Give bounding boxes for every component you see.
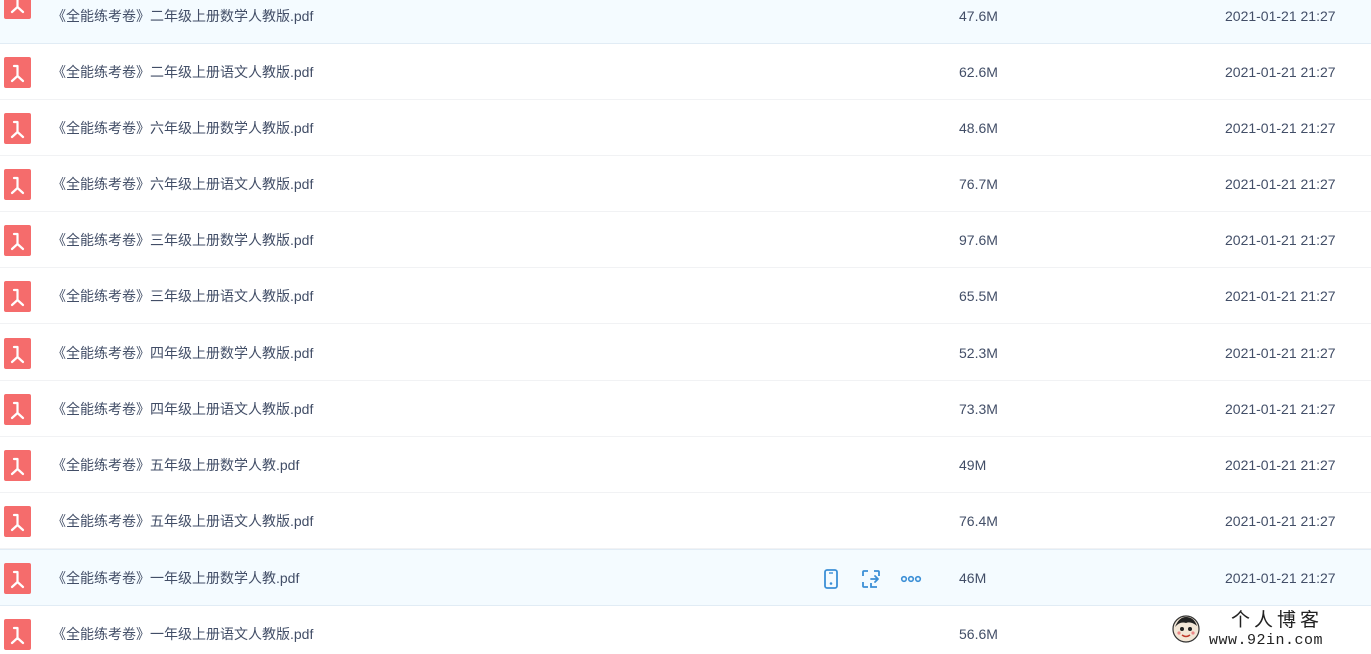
file-name[interactable]: 《全能练考卷》五年级上册语文人教版.pdf (52, 493, 313, 549)
file-row[interactable]: 《全能练考卷》六年级上册语文人教版.pdf 76.7M 2021-01-21 2… (0, 156, 1371, 212)
watermark-title: 个人博客 (1231, 608, 1324, 631)
file-time: 2021-01-21 21:27 (1225, 401, 1336, 417)
file-size: 97.6M (959, 232, 998, 248)
file-size: 76.4M (959, 513, 998, 529)
file-row[interactable]: 《全能练考卷》二年级上册数学人教版.pdf 47.6M 2021-01-21 2… (0, 0, 1371, 44)
file-name[interactable]: 《全能练考卷》二年级上册语文人教版.pdf (52, 44, 313, 100)
pdf-file-icon (4, 563, 31, 594)
file-row[interactable]: 《全能练考卷》一年级上册语文人教版.pdf 56.6M (0, 606, 1371, 654)
file-row[interactable]: 《全能练考卷》五年级上册语文人教版.pdf 76.4M 2021-01-21 2… (0, 493, 1371, 549)
file-size: 48.6M (959, 120, 998, 136)
file-size: 62.6M (959, 64, 998, 80)
row-actions (820, 568, 940, 590)
file-time: 2021-01-21 21:27 (1225, 457, 1336, 473)
pdf-file-icon (4, 169, 31, 200)
pdf-file-icon (4, 57, 31, 88)
file-time: 2021-01-21 21:27 (1225, 288, 1336, 304)
file-name[interactable]: 《全能练考卷》六年级上册语文人教版.pdf (52, 156, 313, 212)
file-size: 49M (959, 457, 987, 473)
file-size: 76.7M (959, 176, 998, 192)
pdf-file-icon (4, 281, 31, 312)
file-name[interactable]: 《全能练考卷》五年级上册数学人教.pdf (52, 437, 299, 493)
file-size: 47.6M (959, 8, 998, 24)
file-size: 46M (959, 570, 987, 586)
pdf-file-icon (4, 0, 31, 19)
file-name[interactable]: 《全能练考卷》三年级上册语文人教版.pdf (52, 268, 313, 324)
file-size: 73.3M (959, 401, 998, 417)
file-row[interactable]: 《全能练考卷》六年级上册数学人教版.pdf 48.6M 2021-01-21 2… (0, 100, 1371, 156)
file-time: 2021-01-21 21:27 (1225, 232, 1336, 248)
pdf-file-icon (4, 338, 31, 369)
pdf-file-icon (4, 619, 31, 650)
pdf-file-icon (4, 113, 31, 144)
file-name[interactable]: 《全能练考卷》二年级上册数学人教版.pdf (52, 0, 313, 44)
file-name[interactable]: 《全能练考卷》一年级上册数学人教.pdf (52, 550, 299, 606)
file-time: 2021-01-21 21:27 (1225, 176, 1336, 192)
file-name[interactable]: 《全能练考卷》一年级上册语文人教版.pdf (52, 606, 313, 654)
file-time: 2021-01-21 21:27 (1225, 64, 1336, 80)
file-name[interactable]: 《全能练考卷》四年级上册语文人教版.pdf (52, 381, 313, 437)
file-time: 2021-01-21 21:27 (1225, 570, 1336, 586)
file-size: 56.6M (959, 626, 998, 642)
file-row-hovered[interactable]: 《全能练考卷》一年级上册数学人教.pdf 46M 2021-01-21 21:2… (0, 549, 1371, 606)
blog-watermark: 个人博客 www.92in.com (1171, 608, 1357, 650)
file-list: 《全能练考卷》二年级上册数学人教版.pdf 47.6M 2021-01-21 2… (0, 0, 1371, 654)
file-row[interactable]: 《全能练考卷》四年级上册数学人教版.pdf 52.3M 2021-01-21 2… (0, 325, 1371, 381)
share-icon[interactable] (860, 568, 882, 590)
pdf-file-icon (4, 394, 31, 425)
pdf-file-icon (4, 225, 31, 256)
file-name[interactable]: 《全能练考卷》四年级上册数学人教版.pdf (52, 325, 313, 381)
file-name[interactable]: 《全能练考卷》三年级上册数学人教版.pdf (52, 212, 313, 268)
pdf-file-icon (4, 506, 31, 537)
watermark-url: www.92in.com (1209, 631, 1324, 649)
avatar-icon (1172, 615, 1200, 643)
file-name[interactable]: 《全能练考卷》六年级上册数学人教版.pdf (52, 100, 313, 156)
file-time: 2021-01-21 21:27 (1225, 8, 1336, 24)
file-row[interactable]: 《全能练考卷》四年级上册语文人教版.pdf 73.3M 2021-01-21 2… (0, 381, 1371, 437)
pdf-file-icon (4, 450, 31, 481)
file-size: 52.3M (959, 345, 998, 361)
file-time: 2021-01-21 21:27 (1225, 345, 1336, 361)
file-time: 2021-01-21 21:27 (1225, 120, 1336, 136)
file-size: 65.5M (959, 288, 998, 304)
file-time: 2021-01-21 21:27 (1225, 513, 1336, 529)
file-row[interactable]: 《全能练考卷》三年级上册数学人教版.pdf 97.6M 2021-01-21 2… (0, 212, 1371, 268)
file-row[interactable]: 《全能练考卷》五年级上册数学人教.pdf 49M 2021-01-21 21:2… (0, 437, 1371, 493)
file-row[interactable]: 《全能练考卷》二年级上册语文人教版.pdf 62.6M 2021-01-21 2… (0, 44, 1371, 100)
more-icon[interactable] (900, 568, 922, 590)
phone-icon[interactable] (820, 568, 842, 590)
file-row[interactable]: 《全能练考卷》三年级上册语文人教版.pdf 65.5M 2021-01-21 2… (0, 268, 1371, 324)
